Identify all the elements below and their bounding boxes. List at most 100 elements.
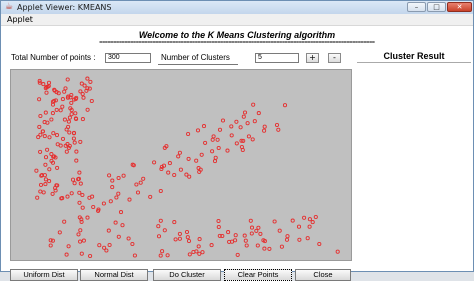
data-point (43, 110, 48, 115)
clear-points-button[interactable]: Clear Points (224, 269, 292, 281)
data-point (118, 210, 124, 215)
data-point (62, 117, 67, 122)
menu-applet[interactable]: Applet (7, 14, 33, 25)
uniform-dist-button[interactable]: Uniform Dist (10, 269, 78, 281)
data-point (200, 250, 205, 255)
data-point (73, 111, 78, 116)
data-point (121, 173, 126, 178)
data-point (47, 135, 52, 140)
data-point (116, 234, 121, 239)
points-svg (34, 76, 340, 259)
clusters-label-underline (158, 64, 238, 65)
data-point (49, 117, 54, 122)
data-point (116, 191, 121, 196)
data-point (313, 214, 318, 220)
data-point (78, 228, 83, 233)
points-canvas[interactable] (10, 69, 352, 261)
minimize-button[interactable]: – (407, 2, 426, 12)
data-point (62, 89, 67, 94)
data-point (302, 215, 307, 220)
data-point (67, 130, 72, 135)
data-point (229, 124, 234, 129)
close-window-button[interactable]: ✕ (447, 2, 472, 12)
data-point (186, 238, 192, 244)
data-point (51, 131, 56, 136)
data-point (44, 90, 49, 95)
data-point (256, 225, 261, 230)
data-point (91, 204, 96, 210)
menu-bar: Applet (1, 14, 473, 26)
normal-dist-button[interactable]: Normal Dist (80, 269, 148, 281)
data-point (186, 156, 191, 161)
data-point (258, 231, 263, 236)
data-point (46, 80, 52, 85)
data-point (220, 118, 226, 123)
total-points-field[interactable]: 300 (105, 53, 151, 63)
data-point (186, 131, 191, 137)
data-point (159, 166, 164, 172)
data-point (88, 253, 93, 259)
data-point (156, 224, 161, 229)
data-point (71, 136, 76, 141)
data-point (239, 144, 244, 150)
data-point (81, 238, 86, 243)
data-point (172, 172, 177, 178)
window-title: Applet Viewer: KMEANS (17, 3, 112, 12)
data-point (201, 124, 207, 129)
data-point (203, 140, 208, 145)
data-point (276, 127, 281, 132)
data-point (217, 127, 223, 132)
data-point (43, 177, 48, 182)
increase-clusters-button[interactable]: + (306, 53, 319, 63)
data-point (279, 244, 284, 249)
data-point (249, 231, 254, 236)
data-point (85, 76, 90, 81)
data-point (165, 253, 170, 258)
data-point (69, 112, 74, 117)
data-point (58, 143, 63, 148)
title-bar[interactable]: ☕ Applet Viewer: KMEANS – □ ✕ (1, 1, 473, 15)
data-point (213, 155, 218, 160)
data-point (210, 149, 215, 154)
data-point (310, 220, 315, 225)
data-point (241, 114, 246, 119)
data-point (37, 124, 42, 129)
data-point (130, 241, 135, 247)
data-point (277, 228, 282, 233)
data-point (85, 107, 90, 112)
data-point (85, 215, 90, 220)
data-point (50, 111, 55, 116)
data-point (297, 237, 302, 242)
data-point (234, 119, 239, 124)
data-point (135, 190, 141, 195)
data-point (38, 189, 43, 194)
data-point (43, 155, 49, 160)
data-point (132, 253, 137, 258)
data-point (45, 147, 50, 152)
data-point (172, 220, 177, 225)
applet-window: ☕ Applet Viewer: KMEANS – □ ✕ Applet Wel… (0, 0, 474, 281)
decrease-clusters-button[interactable]: - (328, 53, 341, 63)
cluster-result-divider (357, 62, 471, 63)
data-point (38, 113, 43, 119)
close-button[interactable]: Close (295, 269, 351, 281)
clusters-field[interactable]: 5 (255, 53, 299, 63)
data-point (233, 238, 238, 243)
data-point (88, 79, 93, 84)
data-point (256, 111, 261, 116)
do-cluster-button[interactable]: Do Cluster (153, 269, 221, 281)
data-point (79, 251, 84, 256)
data-point (211, 134, 216, 139)
data-point (72, 140, 77, 145)
cluster-result-label: Cluster Result (383, 51, 445, 61)
maximize-button[interactable]: □ (427, 2, 446, 12)
data-point (173, 237, 178, 242)
data-point (37, 97, 42, 102)
data-point (195, 128, 201, 133)
data-point (196, 244, 201, 249)
data-point (120, 223, 125, 228)
data-point (197, 251, 202, 256)
data-point (335, 249, 340, 254)
data-point (57, 230, 62, 235)
data-point (184, 229, 190, 235)
